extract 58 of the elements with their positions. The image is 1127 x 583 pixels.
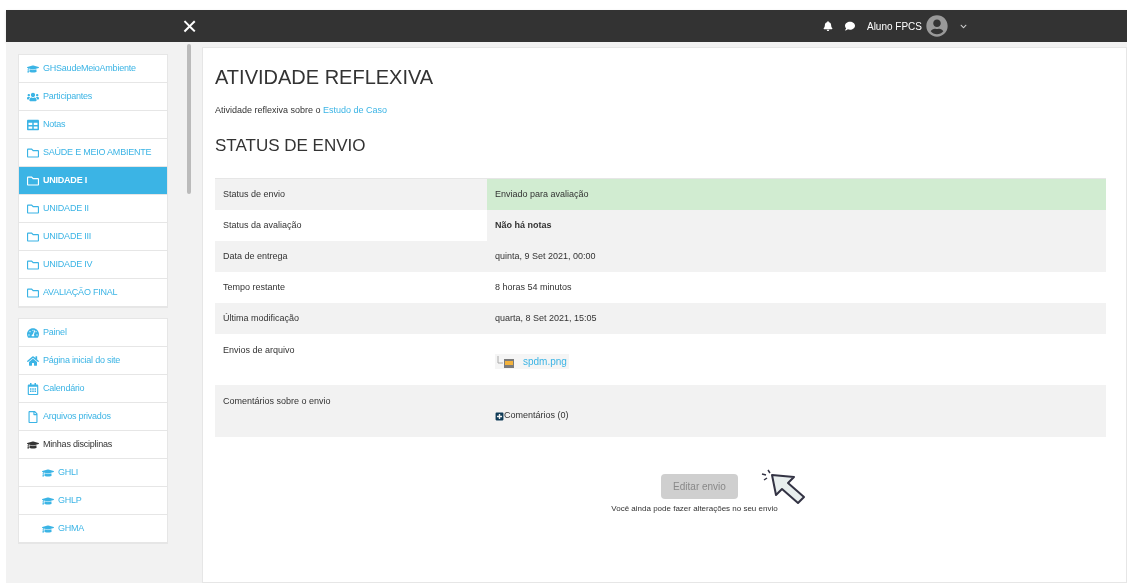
label-cell: Data de entrega (215, 241, 487, 272)
scrollbar-thumb[interactable] (187, 44, 191, 194)
section-title: STATUS DE ENVIO (215, 134, 367, 157)
sidebar-item[interactable]: Calendário (19, 375, 167, 403)
image-file-icon (497, 354, 515, 369)
label-cell: Comentários sobre o envio (215, 385, 487, 437)
case-study-link[interactable]: Estudo de Caso (323, 105, 388, 115)
graduation-cap-icon (27, 62, 39, 75)
avatar-icon[interactable] (926, 15, 948, 37)
caret-icon[interactable] (960, 22, 967, 30)
sidebar-item[interactable]: Participantes (19, 83, 167, 111)
graduation-cap-icon (42, 494, 54, 507)
value-cell: quinta, 9 Set 2021, 00:00 (487, 241, 1106, 272)
gauge-icon (27, 326, 39, 339)
folder-icon (27, 174, 39, 187)
sidebar-item[interactable]: Notas (19, 111, 167, 139)
file-icon (27, 410, 39, 423)
bell-icon[interactable] (822, 21, 833, 31)
description-text: Atividade reflexiva sobre o Estudo de Caso (215, 104, 389, 117)
sidebar-item[interactable]: GHMA (19, 515, 167, 543)
table-icon (27, 118, 39, 131)
sidebar-item[interactable]: SAÚDE E MEIO AMBIENTE (19, 139, 167, 167)
folder-icon (27, 286, 39, 299)
folder-icon (27, 258, 39, 271)
value-cell: Enviado para avaliação (487, 179, 1106, 210)
label-cell: Status de envio (215, 179, 487, 210)
folder-icon (27, 146, 39, 159)
value-cell: Não há notas (487, 210, 1106, 241)
label-cell: Última modificação (215, 303, 487, 334)
close-button[interactable]: × (182, 13, 198, 39)
folder-icon (27, 230, 39, 243)
sidebar-item[interactable]: GHLP (19, 487, 167, 515)
graduation-cap-icon (42, 522, 54, 535)
value-cell: quarta, 8 Set 2021, 15:05 (487, 303, 1106, 334)
calendar-icon (27, 382, 39, 395)
graduation-cap-icon (42, 466, 54, 479)
plus-icon (495, 411, 504, 421)
sidebar-item[interactable]: Painel (19, 319, 167, 347)
sidebar-item[interactable]: GHSaudeMeioAmbiente (19, 55, 167, 83)
chat-icon[interactable] (844, 21, 855, 31)
sidebar-item[interactable]: AVALIAÇÃO FINAL (19, 279, 167, 307)
graduation-cap-icon (27, 438, 39, 451)
sidebar-item[interactable]: Arquivos privados (19, 403, 167, 431)
home-icon (27, 354, 39, 367)
sidebar-item[interactable]: UNIDADE I (19, 167, 167, 195)
users-icon (27, 90, 39, 103)
sidebar-item[interactable]: Página inicial do site (19, 347, 167, 375)
comments-link[interactable]: Comentários (0) (495, 409, 569, 423)
edit-note: Você ainda pode fazer alterações no seu envio (611, 503, 778, 515)
file-link[interactable]: spdm.png (495, 354, 569, 369)
sidebar-item[interactable]: UNIDADE IV (19, 251, 167, 279)
sidebar-item[interactable]: UNIDADE II (19, 195, 167, 223)
sidebar-item[interactable]: Minhas disciplinas (19, 431, 167, 459)
folder-icon (27, 202, 39, 215)
sidebar-item[interactable]: UNIDADE III (19, 223, 167, 251)
user-name[interactable]: Aluno FPCS (866, 18, 922, 34)
page-title: ATIVIDADE REFLEXIVA (215, 65, 435, 90)
sidebar-item[interactable]: GHLI (19, 459, 167, 487)
